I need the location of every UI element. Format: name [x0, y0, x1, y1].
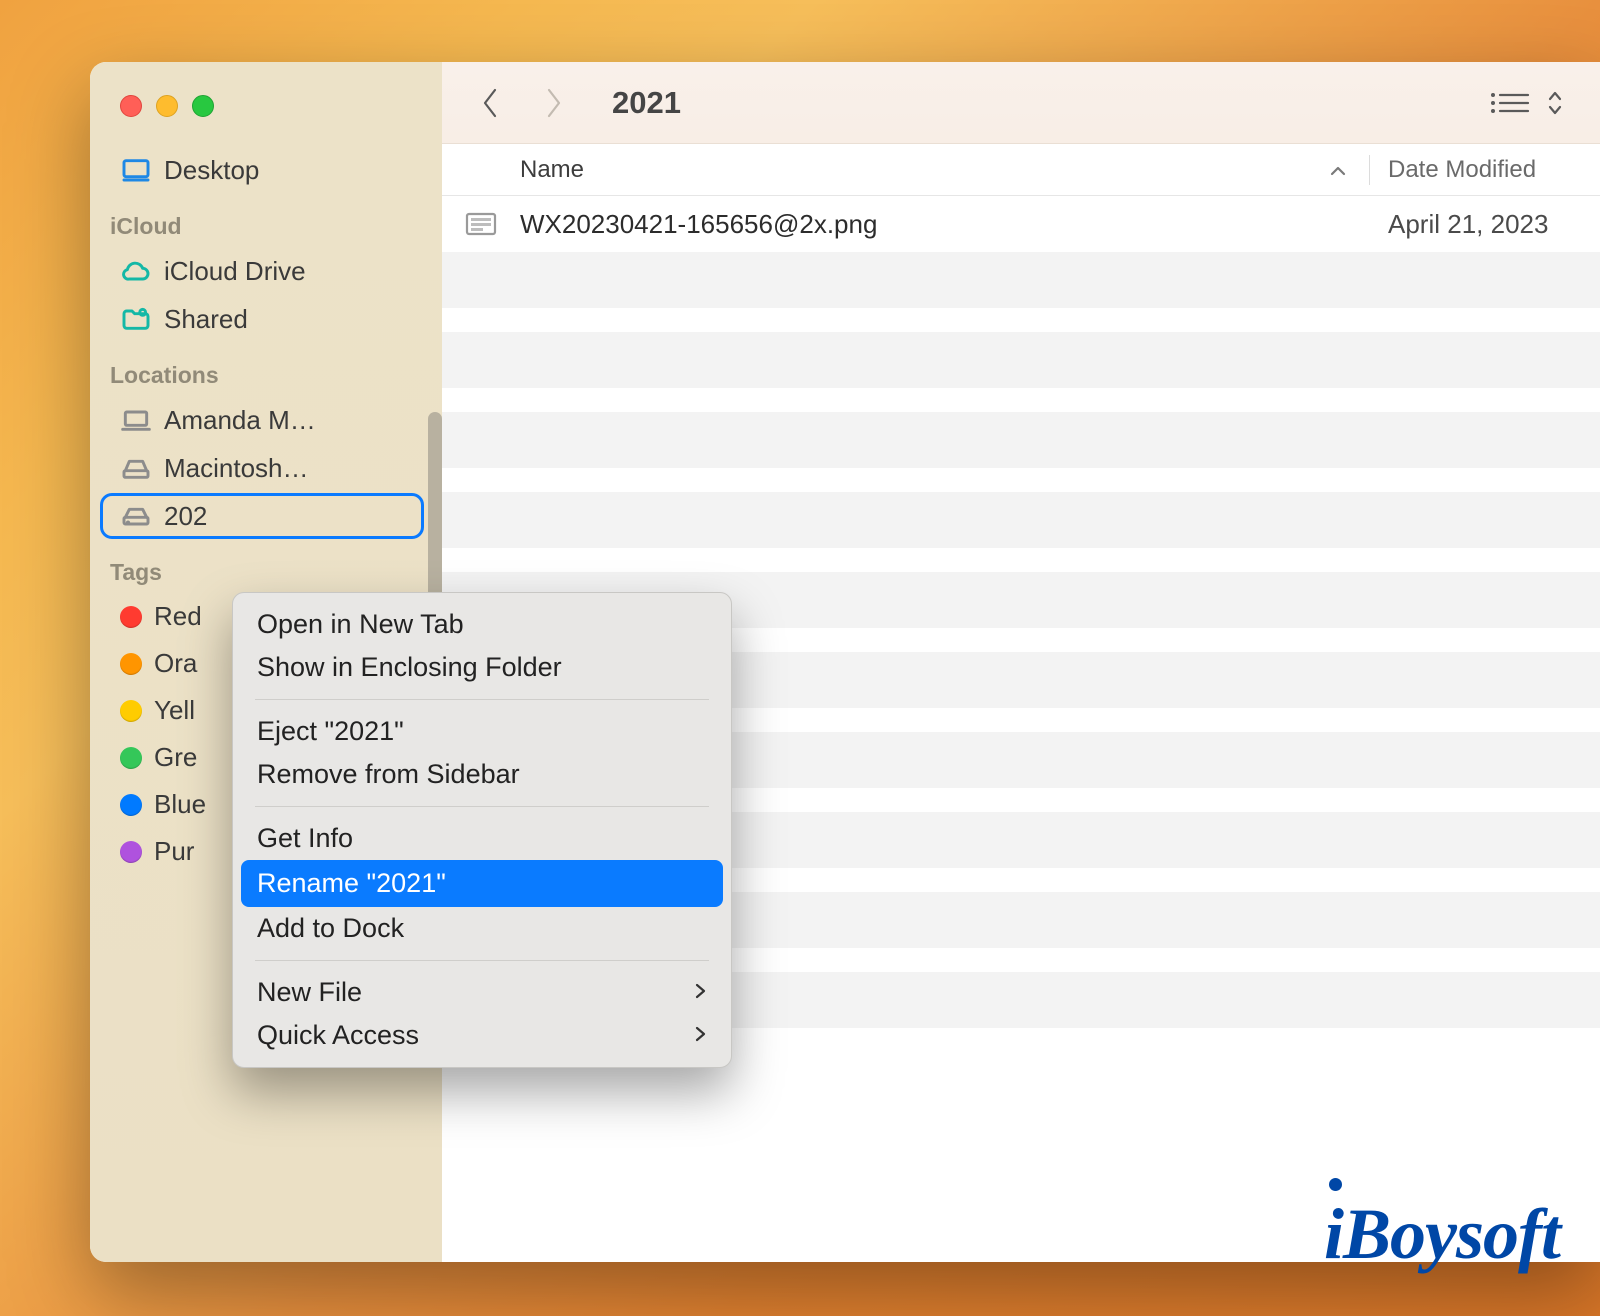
menu-get-info[interactable]: Get Info — [233, 817, 731, 860]
file-row-empty — [442, 492, 1600, 548]
menu-quick-access[interactable]: Quick Access — [233, 1014, 731, 1057]
file-row-empty — [442, 332, 1600, 388]
sidebar-item-label: Desktop — [164, 155, 412, 186]
sort-caret-icon — [1329, 156, 1347, 184]
sidebar-section-locations: Locations — [90, 344, 432, 395]
menu-separator — [255, 806, 709, 807]
window-controls — [90, 62, 442, 144]
watermark-logo: iBoysoft — [1324, 1193, 1560, 1276]
menu-label: Quick Access — [257, 1020, 419, 1051]
sidebar-section-icloud: iCloud — [90, 195, 432, 246]
file-row-empty — [442, 252, 1600, 308]
file-row[interactable]: WX20230421-165656@2x.png April 21, 2023 — [442, 196, 1600, 252]
window-title: 2021 — [612, 85, 681, 121]
disk-image-icon — [120, 500, 152, 532]
chevron-right-icon — [693, 977, 707, 1008]
desktop-icon — [120, 154, 152, 186]
nav-back-button[interactable] — [478, 84, 502, 122]
sidebar-item-2021[interactable]: 202 — [100, 493, 424, 539]
hdd-icon — [120, 452, 152, 484]
sidebar-item-label: Shared — [164, 304, 412, 335]
menu-separator — [255, 960, 709, 961]
file-name: WX20230421-165656@2x.png — [520, 209, 1370, 240]
sidebar-item-label: Amanda M… — [164, 405, 412, 436]
column-name[interactable]: Name — [442, 156, 1369, 184]
context-menu: Open in New Tab Show in Enclosing Folder… — [232, 592, 732, 1068]
tag-dot-icon — [120, 747, 142, 769]
file-date: April 21, 2023 — [1370, 209, 1600, 240]
chevron-up-down-icon — [1546, 88, 1564, 118]
column-name-label: Name — [520, 156, 584, 184]
sidebar-item-icloud-drive[interactable]: iCloud Drive — [100, 248, 424, 294]
sidebar-item-label: iCloud Drive — [164, 256, 412, 287]
sidebar-item-macintosh[interactable]: Macintosh… — [100, 445, 424, 491]
cloud-icon — [120, 255, 152, 287]
sidebar-item-shared[interactable]: Shared — [100, 296, 424, 342]
fullscreen-window-button[interactable] — [192, 95, 214, 117]
menu-rename[interactable]: Rename "2021" — [241, 860, 723, 907]
minimize-window-button[interactable] — [156, 95, 178, 117]
menu-label: New File — [257, 977, 362, 1008]
tag-dot-icon — [120, 794, 142, 816]
menu-eject[interactable]: Eject "2021" — [233, 710, 731, 753]
file-icon — [442, 211, 520, 237]
tag-dot-icon — [120, 700, 142, 722]
close-window-button[interactable] — [120, 95, 142, 117]
menu-open-new-tab[interactable]: Open in New Tab — [233, 603, 731, 646]
watermark-text: iBoysoft — [1324, 1194, 1560, 1274]
file-row-empty — [442, 412, 1600, 468]
sidebar-item-desktop[interactable]: Desktop — [100, 146, 424, 193]
nav-forward-button[interactable] — [542, 84, 566, 122]
laptop-icon — [120, 404, 152, 436]
shared-folder-icon — [120, 303, 152, 335]
tag-dot-icon — [120, 606, 142, 628]
column-date-modified[interactable]: Date Modified — [1370, 156, 1600, 184]
menu-show-enclosing[interactable]: Show in Enclosing Folder — [233, 646, 731, 689]
sidebar-item-label: Macintosh… — [164, 453, 412, 484]
column-date-label: Date Modified — [1388, 156, 1536, 183]
menu-separator — [255, 699, 709, 700]
menu-remove-sidebar[interactable]: Remove from Sidebar — [233, 753, 731, 796]
tag-dot-icon — [120, 841, 142, 863]
sidebar-section-tags: Tags — [90, 541, 432, 592]
tag-dot-icon — [120, 653, 142, 675]
sidebar-item-amanda[interactable]: Amanda M… — [100, 397, 424, 443]
chevron-right-icon — [693, 1020, 707, 1051]
view-mode-control[interactable] — [1488, 88, 1564, 118]
nav-arrows — [478, 84, 566, 122]
column-header: Name Date Modified — [442, 144, 1600, 196]
toolbar: 2021 — [442, 62, 1600, 144]
menu-add-to-dock[interactable]: Add to Dock — [233, 907, 731, 950]
menu-new-file[interactable]: New File — [233, 971, 731, 1014]
sidebar-item-label: 202 — [164, 501, 412, 532]
